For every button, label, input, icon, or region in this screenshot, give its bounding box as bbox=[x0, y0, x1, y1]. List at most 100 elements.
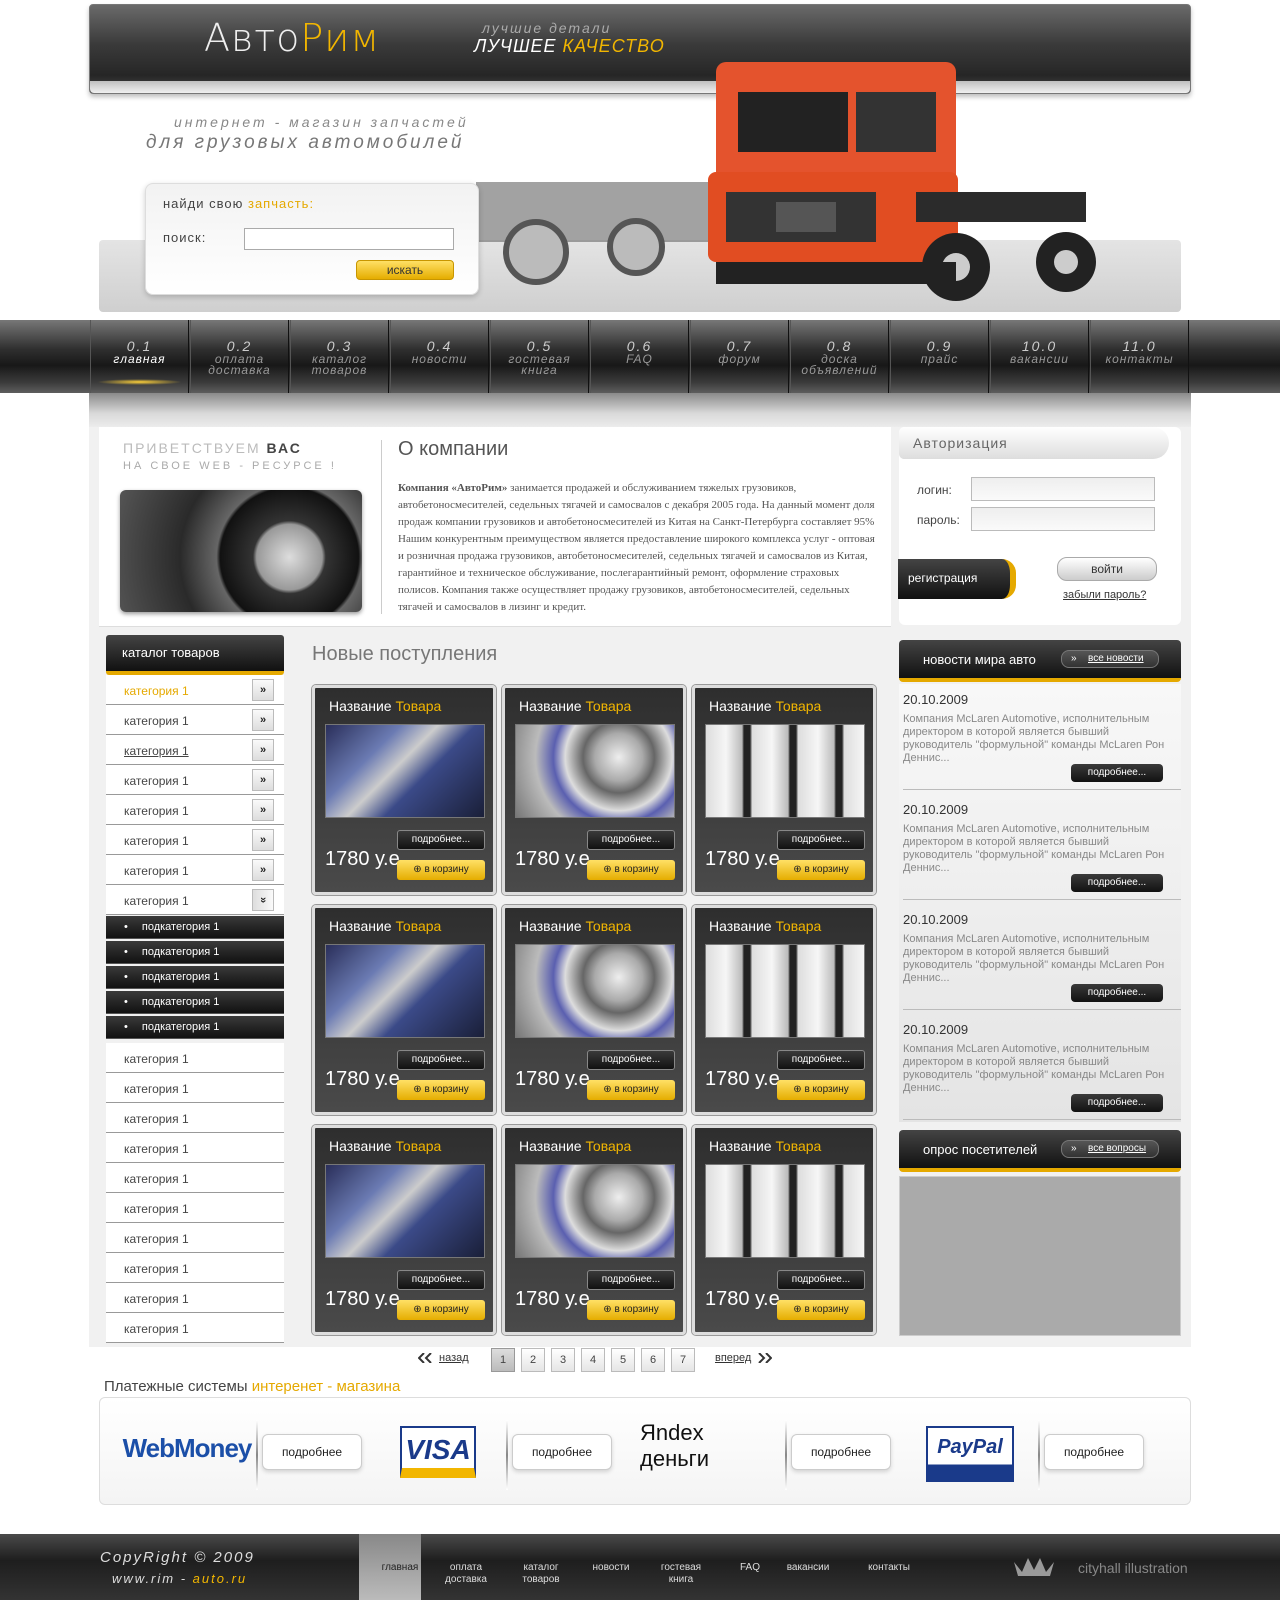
product-title[interactable]: Название Товара bbox=[519, 918, 631, 934]
product-title[interactable]: Название Товара bbox=[709, 1138, 821, 1154]
yandex-more-button[interactable]: подробнее bbox=[791, 1434, 891, 1470]
product-more-button[interactable]: подробнее... bbox=[587, 830, 675, 850]
expand-arrow-icon[interactable]: » bbox=[252, 739, 274, 761]
product-image[interactable] bbox=[515, 1164, 675, 1258]
product-image[interactable] bbox=[515, 944, 675, 1038]
news-more-button[interactable]: подробнее... bbox=[1071, 764, 1163, 782]
footer-nav-item[interactable]: вакансии bbox=[775, 1562, 841, 1574]
news-more-button[interactable]: подробнее... bbox=[1071, 874, 1163, 892]
page-5-button[interactable]: 5 bbox=[611, 1348, 635, 1372]
product-more-button[interactable]: подробнее... bbox=[397, 830, 485, 850]
page-7-button[interactable]: 7 bbox=[671, 1348, 695, 1372]
product-title[interactable]: Название Товара bbox=[329, 1138, 441, 1154]
news-more-button[interactable]: подробнее... bbox=[1071, 984, 1163, 1002]
all-news-button[interactable]: все новости bbox=[1061, 650, 1159, 668]
paypal-more-button[interactable]: подробнее bbox=[1044, 1434, 1144, 1470]
expand-arrow-icon[interactable]: » bbox=[252, 859, 274, 881]
product-image[interactable] bbox=[325, 724, 485, 818]
product-more-button[interactable]: подробнее... bbox=[587, 1270, 675, 1290]
page-2-button[interactable]: 2 bbox=[521, 1348, 545, 1372]
register-button[interactable]: регистрация bbox=[898, 559, 1016, 599]
product-image[interactable] bbox=[705, 1164, 865, 1258]
page-1-button[interactable]: 1 bbox=[491, 1348, 515, 1372]
product-more-button[interactable]: подробнее... bbox=[777, 830, 865, 850]
page-6-button[interactable]: 6 bbox=[641, 1348, 665, 1372]
catalog-item[interactable]: категория 1 » bbox=[106, 795, 284, 825]
footer-nav-item[interactable]: FAQ bbox=[717, 1562, 783, 1574]
pager-next[interactable]: вперед bbox=[715, 1352, 751, 1364]
product-title[interactable]: Название Товара bbox=[519, 698, 631, 714]
subcategory-item[interactable]: подкатегория 1 bbox=[106, 941, 284, 964]
product-more-button[interactable]: подробнее... bbox=[777, 1270, 865, 1290]
product-title[interactable]: Название Товара bbox=[519, 1138, 631, 1154]
forgot-password-link[interactable]: забыли пароль? bbox=[1063, 589, 1146, 601]
product-more-button[interactable]: подробнее... bbox=[777, 1050, 865, 1070]
page-4-button[interactable]: 4 bbox=[581, 1348, 605, 1372]
catalog-item[interactable]: категория 1 bbox=[106, 1043, 284, 1073]
catalog-item[interactable]: категория 1 » bbox=[106, 735, 284, 765]
expand-arrow-icon[interactable]: » bbox=[252, 829, 274, 851]
visa-more-button[interactable]: подробнее bbox=[512, 1434, 612, 1470]
catalog-item[interactable]: категория 1 bbox=[106, 1223, 284, 1253]
catalog-item[interactable]: категория 1 » bbox=[106, 705, 284, 735]
product-title[interactable]: Название Товара bbox=[709, 918, 821, 934]
catalog-item[interactable]: категория 1 » bbox=[106, 855, 284, 885]
footer-nav-item[interactable]: гостевая книга bbox=[648, 1562, 714, 1586]
login-button[interactable]: войти bbox=[1057, 557, 1157, 581]
nav-item-11[interactable]: 11.0 контакты bbox=[1090, 320, 1189, 393]
expand-arrow-icon[interactable]: » bbox=[252, 769, 274, 791]
catalog-item[interactable]: категория 1 bbox=[106, 1103, 284, 1133]
product-image[interactable] bbox=[325, 1164, 485, 1258]
product-more-button[interactable]: подробнее... bbox=[587, 1050, 675, 1070]
footer-nav-item[interactable]: новости bbox=[578, 1562, 644, 1574]
nav-item-6[interactable]: 0.6 FAQ bbox=[590, 320, 689, 393]
nav-item-3[interactable]: 0.3 каталог товаров bbox=[290, 320, 389, 393]
catalog-item[interactable]: категория 1 » bbox=[106, 765, 284, 795]
expand-arrow-icon[interactable]: » bbox=[252, 799, 274, 821]
nav-item-2[interactable]: 0.2 оплата доставка bbox=[190, 320, 289, 393]
product-image[interactable] bbox=[705, 724, 865, 818]
site-logo[interactable]: АвтоРим bbox=[204, 16, 380, 60]
news-more-button[interactable]: подробнее... bbox=[1071, 1094, 1163, 1112]
catalog-item[interactable]: категория 1 » bbox=[106, 825, 284, 855]
product-image[interactable] bbox=[325, 944, 485, 1038]
password-input[interactable] bbox=[971, 507, 1155, 531]
product-title[interactable]: Название Товара bbox=[329, 918, 441, 934]
nav-item-4[interactable]: 0.4 новости bbox=[390, 320, 489, 393]
nav-item-1[interactable]: 0.1 главная bbox=[90, 320, 189, 393]
nav-item-5[interactable]: 0.5 гостевая книга bbox=[490, 320, 589, 393]
add-to-cart-button[interactable]: ⊕ в корзину bbox=[397, 1080, 485, 1100]
catalog-item[interactable]: категория 1 bbox=[106, 1313, 284, 1343]
search-input[interactable] bbox=[244, 228, 454, 250]
page-3-button[interactable]: 3 bbox=[551, 1348, 575, 1372]
all-questions-button[interactable]: все вопросы bbox=[1061, 1140, 1159, 1158]
catalog-item[interactable]: категория 1 » bbox=[106, 675, 284, 705]
nav-item-8[interactable]: 0.8 доска объявлений bbox=[790, 320, 889, 393]
add-to-cart-button[interactable]: ⊕ в корзину bbox=[397, 1300, 485, 1320]
expand-arrow-icon[interactable]: » bbox=[252, 889, 274, 911]
catalog-item[interactable]: категория 1 bbox=[106, 1193, 284, 1223]
catalog-item[interactable]: категория 1 bbox=[106, 1283, 284, 1313]
product-more-button[interactable]: подробнее... bbox=[397, 1050, 485, 1070]
product-image[interactable] bbox=[515, 724, 675, 818]
product-title[interactable]: Название Товара bbox=[709, 698, 821, 714]
search-button[interactable]: искать bbox=[356, 260, 454, 280]
nav-item-10[interactable]: 10.0 вакансии bbox=[990, 320, 1089, 393]
catalog-item[interactable]: категория 1 bbox=[106, 1133, 284, 1163]
add-to-cart-button[interactable]: ⊕ в корзину bbox=[587, 1300, 675, 1320]
product-title[interactable]: Название Товара bbox=[329, 698, 441, 714]
pager-prev[interactable]: назад bbox=[439, 1352, 469, 1364]
nav-item-9[interactable]: 0.9 прайс bbox=[890, 320, 989, 393]
prev-icon[interactable] bbox=[418, 1353, 432, 1363]
footer-nav-item[interactable]: каталог товаров bbox=[508, 1562, 574, 1586]
add-to-cart-button[interactable]: ⊕ в корзину bbox=[777, 860, 865, 880]
add-to-cart-button[interactable]: ⊕ в корзину bbox=[397, 860, 485, 880]
catalog-item[interactable]: категория 1 bbox=[106, 1163, 284, 1193]
catalog-item[interactable]: категория 1 bbox=[106, 1073, 284, 1103]
add-to-cart-button[interactable]: ⊕ в корзину bbox=[777, 1300, 865, 1320]
product-image[interactable] bbox=[705, 944, 865, 1038]
expand-arrow-icon[interactable]: » bbox=[252, 709, 274, 731]
footer-nav-item[interactable]: оплата доставка bbox=[433, 1562, 499, 1586]
product-more-button[interactable]: подробнее... bbox=[397, 1270, 485, 1290]
footer-nav-item[interactable]: главная bbox=[367, 1562, 433, 1574]
